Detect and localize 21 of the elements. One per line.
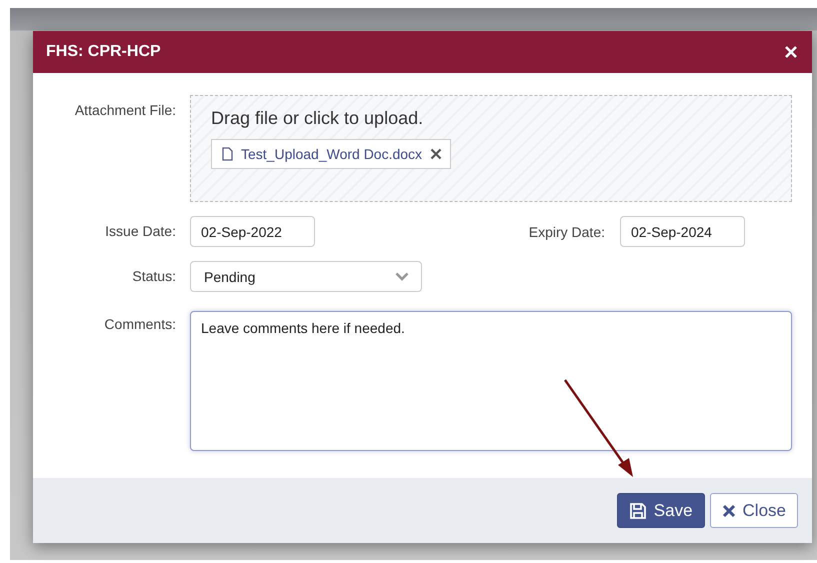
field-label: Comments: — [103, 315, 176, 334]
remove-icon[interactable] — [430, 148, 442, 160]
field-label: Issue Date: — [104, 222, 176, 241]
save-button[interactable]: Save — [616, 493, 705, 528]
save-icon — [628, 502, 647, 520]
dialog-title: FHS: CPR-HCP — [46, 43, 161, 61]
close-button[interactable]: Close — [710, 493, 798, 528]
upload-dropzone[interactable]: Drag file or click to upload. Test_Upload_Word Doc.docx — [190, 95, 792, 202]
field-label: Attachment File: — [74, 101, 176, 120]
file-name: Test_Upload_Word Doc.docx — [241, 146, 422, 162]
file-icon — [222, 147, 233, 161]
field-label: Expiry Date: — [528, 224, 605, 240]
close-icon — [722, 504, 736, 518]
close-icon[interactable] — [784, 45, 798, 59]
date-field[interactable]: 02-Sep-2024 — [620, 216, 745, 247]
status-dropdown[interactable]: Pending — [190, 261, 422, 292]
comments-field[interactable]: Leave comments here if needed. — [190, 311, 792, 451]
field-label: Status: — [131, 267, 176, 286]
upload-prompt: Drag file or click to upload. — [211, 108, 424, 129]
chevron-icon — [395, 272, 409, 281]
date-field[interactable]: 02-Sep-2022 — [190, 216, 315, 247]
